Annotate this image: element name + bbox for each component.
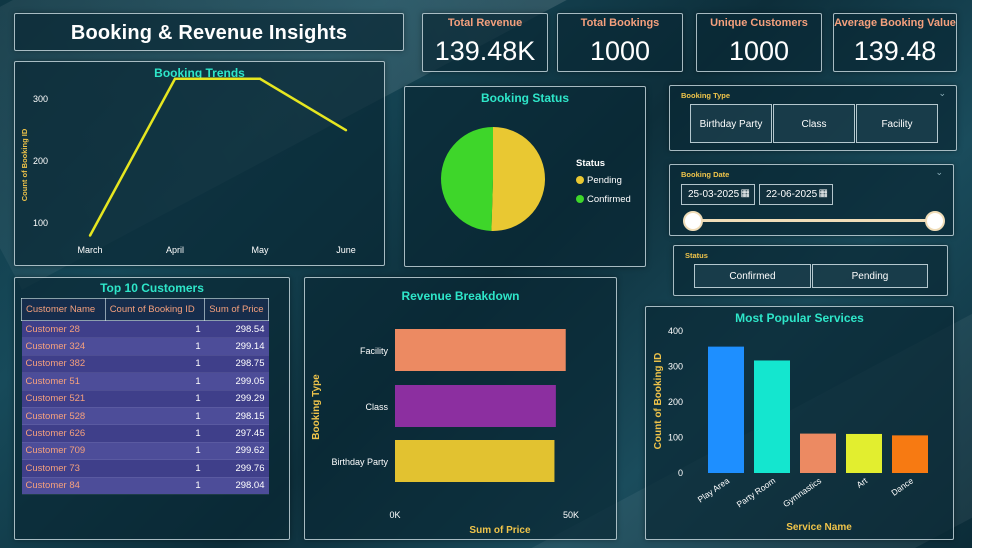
x-axis-title: Service Name: [786, 522, 852, 533]
x-tick-label: Art: [855, 475, 870, 490]
y-tick-label: 200: [668, 397, 683, 407]
y-tick-label: 300: [668, 362, 683, 372]
x-tick-label: Party Room: [735, 475, 777, 509]
bar-dance: [892, 435, 928, 473]
y-tick-label: 0: [678, 468, 683, 478]
x-tick-label: Play Area: [696, 475, 732, 504]
x-tick-label: Gymnastics: [781, 475, 823, 509]
y-axis-title: Count of Booking ID: [653, 353, 664, 450]
y-tick-label: 400: [668, 326, 683, 336]
bar-gymnastics: [800, 433, 836, 473]
popular-services-chart: Count of Booking ID Service Name 0 100 200…: [653, 326, 928, 533]
bar-play-area: [708, 346, 744, 473]
x-tick-label: Dance: [889, 475, 915, 497]
bar-art: [846, 433, 882, 473]
y-tick-label: 100: [668, 433, 683, 443]
bar-party-room: [754, 360, 790, 473]
